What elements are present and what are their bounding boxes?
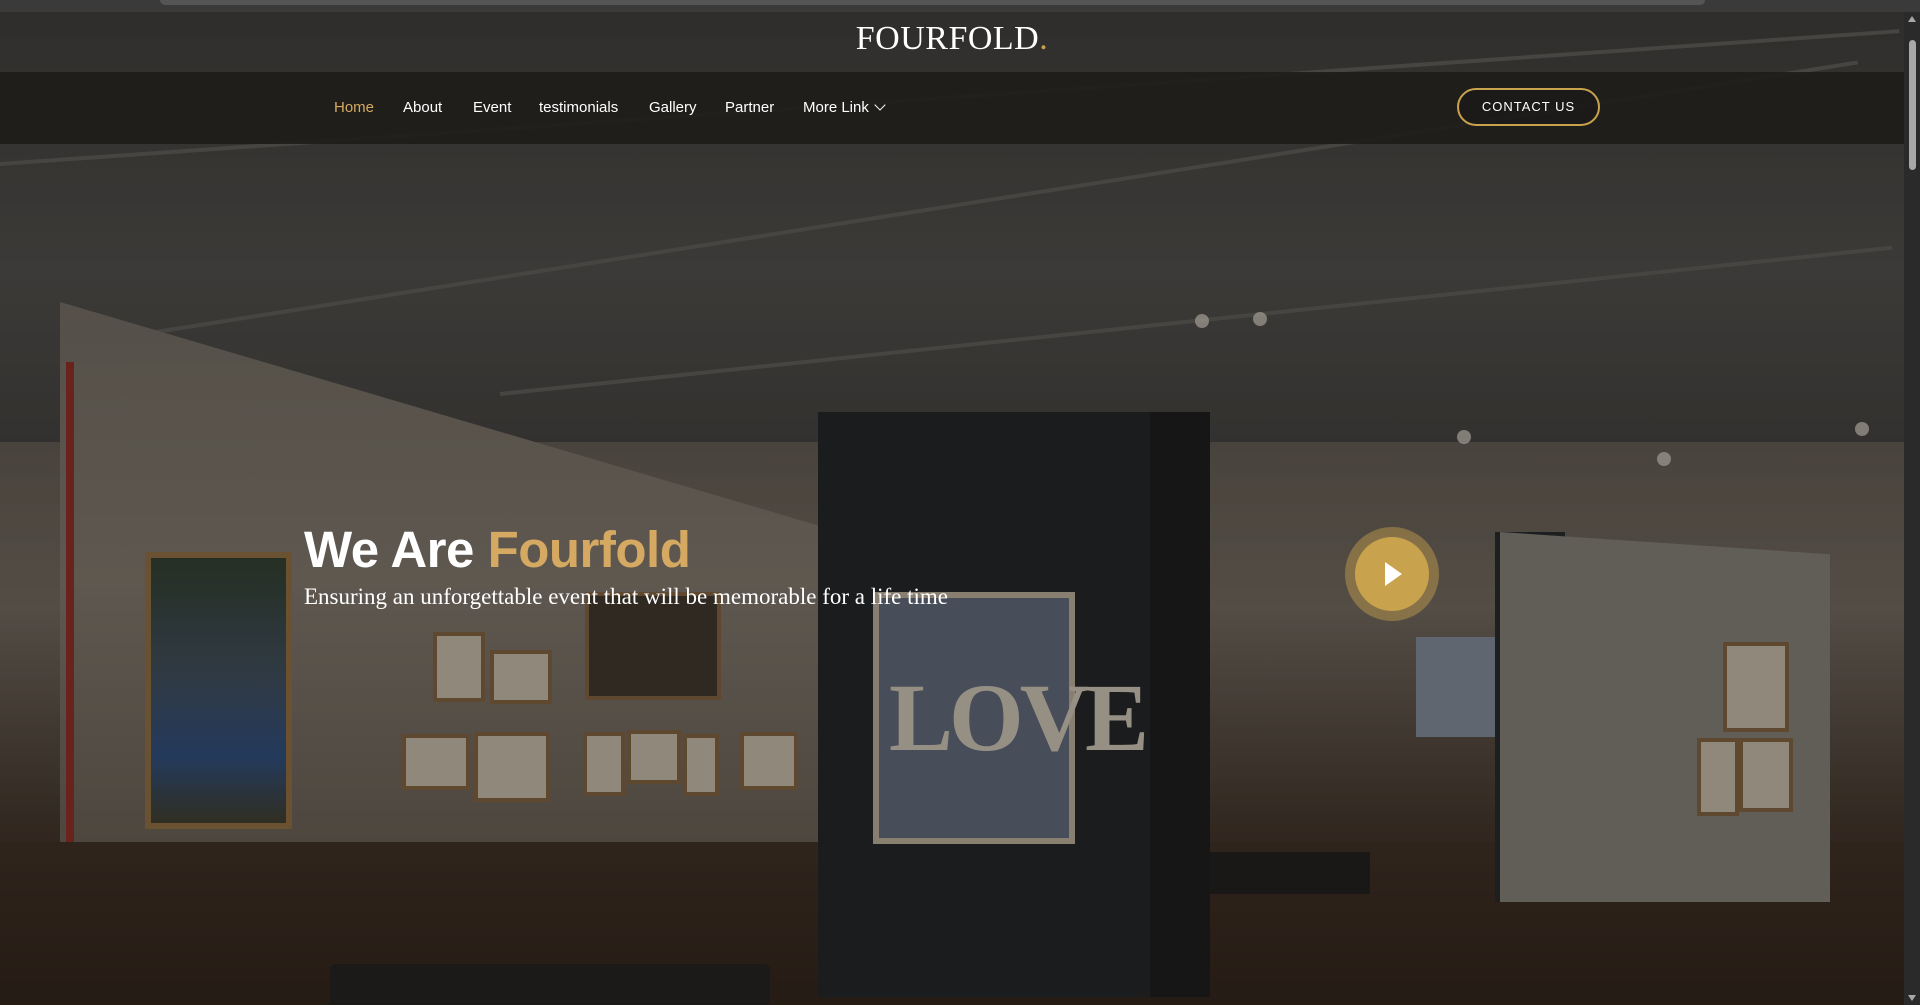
- nav-item-more-link[interactable]: More Link: [803, 72, 886, 144]
- hero-title: We Are Fourfold: [304, 520, 691, 579]
- nav-item-event[interactable]: Event: [473, 72, 511, 144]
- scroll-up-icon[interactable]: [1908, 16, 1916, 22]
- main-navbar: Home About Event testimonials Gallery Pa…: [0, 72, 1904, 144]
- brand-dot: .: [1039, 20, 1049, 57]
- play-video-button[interactable]: [1355, 537, 1429, 611]
- brand-name: FOURFOLD: [855, 20, 1040, 57]
- brand-logo[interactable]: FOURFOLD.: [0, 20, 1904, 58]
- chevron-down-icon: [874, 99, 886, 111]
- nav-item-testimonials[interactable]: testimonials: [539, 72, 618, 144]
- nav-item-about[interactable]: About: [403, 72, 442, 144]
- hero-overlay: [0, 12, 1904, 1005]
- contact-us-button[interactable]: CONTACT US: [1457, 88, 1600, 126]
- browser-top-strip: [0, 0, 1920, 12]
- scroll-down-icon[interactable]: [1908, 995, 1916, 1001]
- hero-section: LOVE FOURFOLD. Home About Event testimon…: [0, 12, 1904, 1005]
- hero-subtitle: Ensuring an unforgettable event that wil…: [304, 584, 948, 609]
- hero-title-prefix: We Are: [304, 521, 474, 578]
- play-icon: [1385, 562, 1402, 586]
- nav-item-home[interactable]: Home: [334, 72, 374, 144]
- page-scrollbar[interactable]: [1904, 12, 1920, 1005]
- hero-title-accent: Fourfold: [487, 521, 691, 578]
- browser-tab-strip: [160, 0, 1705, 5]
- scrollbar-thumb[interactable]: [1909, 40, 1916, 170]
- nav-item-more-link-label: More Link: [803, 99, 869, 116]
- nav-item-gallery[interactable]: Gallery: [649, 72, 697, 144]
- nav-item-partner[interactable]: Partner: [725, 72, 774, 144]
